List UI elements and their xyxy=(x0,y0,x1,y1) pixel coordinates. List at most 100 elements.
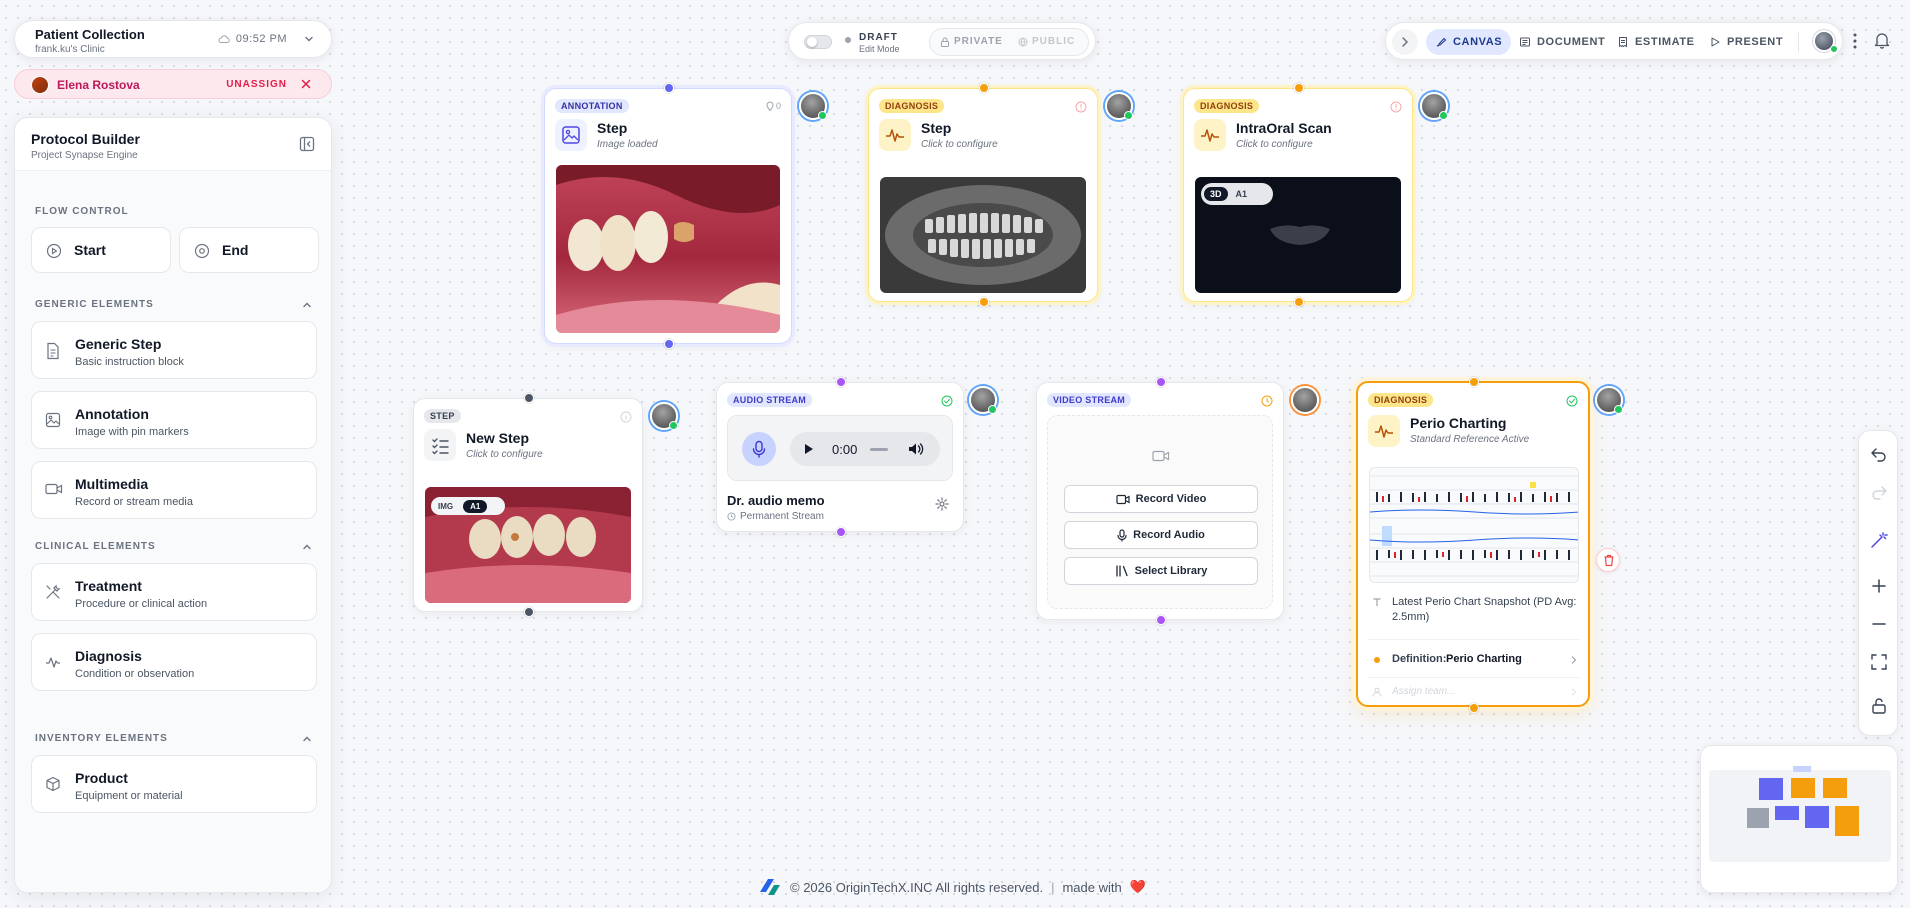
chip-a1[interactable]: A1 xyxy=(1232,187,1252,201)
expand-button[interactable] xyxy=(1392,29,1418,55)
more-vertical-icon[interactable] xyxy=(1852,32,1858,50)
edit-mode-toggle[interactable] xyxy=(804,35,832,49)
node-assignee-avatar[interactable] xyxy=(1291,386,1319,414)
chip-img[interactable]: IMG xyxy=(434,502,457,511)
online-indicator xyxy=(1614,405,1623,414)
sidebar-title: Protocol Builder xyxy=(31,131,140,147)
gear-icon[interactable] xyxy=(935,497,949,511)
sidebar-item-diagnosis[interactable]: Diagnosis Condition or observation xyxy=(31,633,317,691)
sidebar-item-treatment[interactable]: Treatment Procedure or clinical action xyxy=(31,563,317,621)
sidebar-item-annotation[interactable]: Annotation Image with pin markers xyxy=(31,391,317,449)
connection-handle-bottom[interactable] xyxy=(1469,703,1479,713)
private-button[interactable]: PRIVATE xyxy=(940,36,1003,47)
public-button[interactable]: PUBLIC xyxy=(1018,36,1075,47)
chip-3d[interactable]: 3D xyxy=(1204,187,1228,201)
3d-scan-viewer[interactable]: 3D A1 xyxy=(1195,177,1401,293)
node-perio-charting[interactable]: DIAGNOSIS Perio Charting Standard Refere… xyxy=(1356,377,1590,713)
definition-row[interactable]: Definition: Perio Charting xyxy=(1368,647,1580,673)
start-element[interactable]: Start xyxy=(31,227,171,273)
section-generic-elements: GENERIC ELEMENTS xyxy=(35,299,154,310)
node-assignee-avatar[interactable] xyxy=(1595,386,1623,414)
connection-handle-top[interactable] xyxy=(664,83,674,93)
patient-title: Patient Collection xyxy=(35,27,145,42)
panoramic-xray-placeholder xyxy=(880,177,1086,293)
delete-node-button[interactable] xyxy=(1596,548,1620,572)
connection-handle-bottom[interactable] xyxy=(979,297,989,307)
unassign-button[interactable]: UNASSIGN xyxy=(226,79,287,90)
fit-view-icon[interactable] xyxy=(1870,653,1888,671)
undo-icon[interactable] xyxy=(1870,446,1888,462)
sidebar-collapse-icon[interactable] xyxy=(299,136,315,152)
node-type-icon xyxy=(1368,415,1400,447)
assign-team-field[interactable]: Assign team... xyxy=(1368,683,1580,703)
patient-collection-selector[interactable]: Patient Collection frank.ku's Clinic 09:… xyxy=(14,20,332,58)
end-element[interactable]: End xyxy=(179,227,319,273)
tab-canvas[interactable]: CANVAS xyxy=(1426,29,1512,55)
minimap-viewport xyxy=(1709,766,1891,862)
minimap[interactable] xyxy=(1700,745,1898,893)
volume-icon[interactable] xyxy=(908,442,924,456)
node-assignee-avatar[interactable] xyxy=(969,386,997,414)
assignee-bar: Elena Rostova UNASSIGN xyxy=(14,69,332,99)
audio-player: 0:00 xyxy=(727,415,953,481)
tab-document[interactable]: DOCUMENT xyxy=(1510,29,1614,55)
connection-handle-bottom[interactable] xyxy=(1156,615,1166,625)
record-video-button[interactable]: Record Video xyxy=(1064,485,1258,513)
node-assignee-avatar[interactable] xyxy=(799,92,827,120)
magic-wand-icon[interactable] xyxy=(1870,531,1888,549)
tab-estimate[interactable]: ESTIMATE xyxy=(1608,29,1704,55)
node-video-stream[interactable]: VIDEO STREAM Record Video Record Audio S… xyxy=(1036,377,1284,625)
node-assignee-avatar[interactable] xyxy=(650,402,678,430)
connection-handle-bottom[interactable] xyxy=(836,527,846,537)
sidebar-elements-list[interactable]: FLOW CONTROL Start End GENERIC ELEMENTS … xyxy=(15,171,331,892)
connection-handle-top[interactable] xyxy=(1469,377,1479,387)
connection-handle-top[interactable] xyxy=(524,393,534,403)
node-badge: DIAGNOSIS xyxy=(879,99,945,113)
tab-present[interactable]: PRESENT xyxy=(1700,29,1792,55)
item-title: Generic Step xyxy=(75,336,162,352)
lock-icon xyxy=(941,37,949,47)
bell-icon[interactable] xyxy=(1874,31,1890,49)
node-annotation[interactable]: ANNOTATION 0 Step Image loaded xyxy=(544,83,792,349)
play-icon[interactable] xyxy=(804,443,814,455)
node-new-step[interactable]: STEP New Step Click to configure IMG A1 xyxy=(413,393,643,617)
unlock-icon[interactable] xyxy=(1870,697,1888,715)
close-icon[interactable] xyxy=(299,77,313,91)
zoom-in-icon[interactable] xyxy=(1870,577,1888,595)
node-assignee-avatar[interactable] xyxy=(1420,92,1448,120)
chevron-up-icon[interactable] xyxy=(301,299,313,311)
redo-icon[interactable] xyxy=(1870,484,1888,500)
step-photo-image[interactable]: IMG A1 xyxy=(425,487,631,603)
sidebar-item-product[interactable]: Product Equipment or material xyxy=(31,755,317,813)
select-library-button[interactable]: Select Library xyxy=(1064,557,1258,585)
chip-a1[interactable]: A1 xyxy=(463,499,488,513)
connection-handle-bottom[interactable] xyxy=(664,339,674,349)
dental-photo-image[interactable] xyxy=(556,165,780,333)
library-icon xyxy=(1115,565,1128,577)
connection-handle-top[interactable] xyxy=(979,83,989,93)
chevron-up-icon[interactable] xyxy=(301,541,313,553)
record-audio-button[interactable]: Record Audio xyxy=(1064,521,1258,549)
pin-icon xyxy=(766,101,774,111)
mode-sub: Edit Mode xyxy=(859,44,900,54)
connection-handle-top[interactable] xyxy=(836,377,846,387)
chevron-up-icon[interactable] xyxy=(301,733,313,745)
sidebar-item-generic-step[interactable]: Generic Step Basic instruction block xyxy=(31,321,317,379)
chevron-down-icon[interactable] xyxy=(303,33,315,45)
audio-progress[interactable] xyxy=(870,448,888,451)
record-mic-button[interactable] xyxy=(742,432,776,466)
zoom-out-icon[interactable] xyxy=(1870,615,1888,633)
connection-handle-bottom[interactable] xyxy=(1294,297,1304,307)
connection-handle-bottom[interactable] xyxy=(524,607,534,617)
node-audio-stream[interactable]: AUDIO STREAM 0:00 Dr. audio memo Permane… xyxy=(716,377,964,537)
xray-image[interactable] xyxy=(880,177,1086,293)
node-assignee-avatar[interactable] xyxy=(1105,92,1133,120)
node-intraoral-scan[interactable]: DIAGNOSIS IntraOral Scan Click to config… xyxy=(1183,83,1413,307)
perio-chart-image[interactable] xyxy=(1369,467,1579,583)
node-diagnosis-step[interactable]: DIAGNOSIS Step Click to configure xyxy=(868,83,1098,307)
node-badge: AUDIO STREAM xyxy=(727,393,813,407)
sidebar-item-multimedia[interactable]: Multimedia Record or stream media xyxy=(31,461,317,519)
pin-count: 0 xyxy=(766,101,781,111)
connection-handle-top[interactable] xyxy=(1156,377,1166,387)
connection-handle-top[interactable] xyxy=(1294,83,1304,93)
